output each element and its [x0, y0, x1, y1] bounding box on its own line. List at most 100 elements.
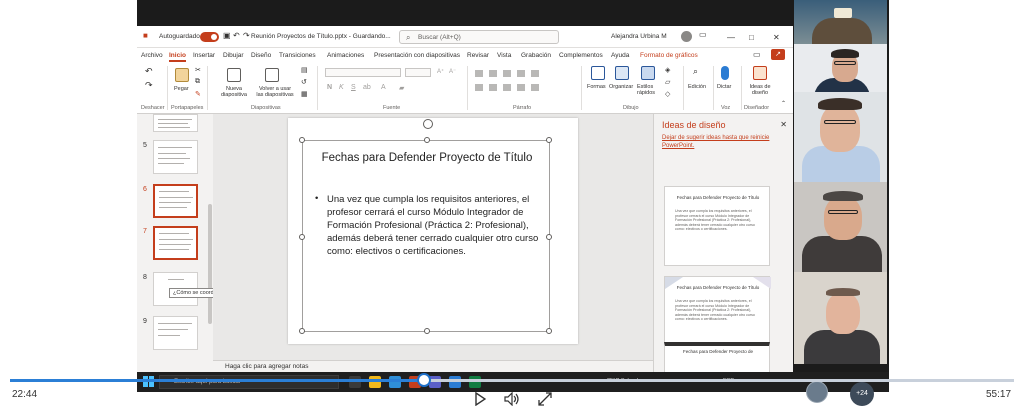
shrink-font-icon[interactable]: A⁻ — [449, 68, 456, 75]
video-scrubber-handle[interactable] — [417, 373, 431, 387]
find-icon[interactable]: ⌕ — [693, 66, 698, 77]
bold-icon[interactable]: N — [327, 84, 332, 91]
align-right-icon[interactable] — [503, 84, 511, 91]
strikethrough-icon[interactable]: ab — [363, 84, 371, 91]
thumbnail-slide-7[interactable] — [153, 226, 198, 260]
participant-avatar[interactable] — [806, 381, 828, 403]
fullscreen-icon[interactable] — [538, 392, 552, 406]
tab-revisar[interactable]: Revisar — [467, 52, 489, 59]
taskbar-search[interactable]: Escribe aquí para buscar — [159, 375, 339, 389]
redo-quick-icon[interactable]: ↷ — [243, 31, 250, 40]
user-avatar[interactable] — [681, 31, 692, 42]
underline-icon[interactable]: S — [351, 84, 356, 91]
section-icon[interactable]: ▦ — [301, 90, 308, 98]
format-painter-icon[interactable]: ✎ — [195, 90, 201, 98]
tab-insertar[interactable]: Insertar — [193, 52, 215, 59]
design-ideas-label[interactable]: Ideas de diseño — [745, 84, 775, 96]
reuse-slides-icon[interactable] — [265, 68, 279, 82]
tab-transiciones[interactable]: Transiciones — [279, 52, 316, 59]
align-center-icon[interactable] — [489, 84, 497, 91]
tab-archivo[interactable]: Archivo — [141, 52, 163, 59]
thumbnail-slide-5[interactable] — [153, 140, 198, 174]
task-view-icon[interactable] — [349, 376, 361, 388]
layout-icon[interactable]: ▤ — [301, 66, 308, 74]
content-textbox[interactable]: Fechas para Defender Proyecto de Título … — [299, 137, 552, 334]
current-slide[interactable]: Fechas para Defender Proyecto de Título … — [288, 118, 578, 344]
numbering-icon[interactable] — [489, 70, 497, 77]
resize-handle[interactable] — [424, 137, 430, 143]
resize-handle[interactable] — [299, 137, 305, 143]
thumbnail-slide-6[interactable] — [153, 184, 198, 218]
decrease-indent-icon[interactable] — [503, 70, 511, 77]
notes-pane[interactable]: Haga clic para agregar notas — [213, 360, 653, 372]
participant-tile-2[interactable] — [794, 44, 887, 92]
grow-font-icon[interactable]: A⁺ — [437, 68, 444, 75]
dictate-label[interactable]: Dictar — [717, 84, 731, 90]
play-icon[interactable] — [474, 392, 486, 406]
arrange-label[interactable]: Organizar — [609, 84, 633, 90]
tab-grabacion[interactable]: Grabación — [521, 52, 551, 59]
resize-handle[interactable] — [424, 328, 430, 334]
tab-inicio[interactable]: Inicio — [169, 52, 186, 62]
share-icon[interactable]: ↗ — [771, 49, 785, 60]
paste-icon[interactable] — [175, 68, 189, 82]
rotate-handle-icon[interactable] — [423, 119, 433, 129]
copy-icon[interactable]: ⧉ — [195, 78, 200, 86]
collapse-ribbon-icon[interactable]: ⌃ — [781, 100, 786, 107]
close-pane-icon[interactable]: ✕ — [780, 120, 787, 129]
increase-indent-icon[interactable] — [517, 70, 525, 77]
tab-vista[interactable]: Vista — [497, 52, 511, 59]
shapes-icon[interactable] — [591, 66, 605, 80]
shape-effects-icon[interactable]: ◇ — [665, 90, 670, 98]
line-spacing-icon[interactable] — [531, 70, 539, 77]
excel-icon[interactable] — [469, 376, 481, 388]
reset-icon[interactable]: ↺ — [301, 78, 307, 86]
video-progress-track[interactable] — [10, 379, 1014, 382]
undo-icon[interactable]: ↶ — [145, 66, 153, 77]
comments-icon[interactable]: ▭ — [753, 50, 761, 59]
autosave-toggle[interactable] — [200, 32, 219, 42]
participant-tile-4[interactable] — [794, 182, 887, 272]
new-slide-icon[interactable] — [227, 68, 241, 82]
font-family-select[interactable] — [325, 68, 401, 77]
thumbnail-slide-4[interactable] — [153, 114, 198, 132]
tab-dibujar[interactable]: Dibujar — [223, 52, 244, 59]
columns-icon[interactable] — [531, 84, 539, 91]
italic-icon[interactable]: K — [339, 84, 344, 91]
slide-title[interactable]: Fechas para Defender Proyecto de Título — [307, 151, 547, 166]
tab-ayuda[interactable]: Ayuda — [611, 52, 629, 59]
design-idea-card-1[interactable]: Fechas para Defender Proyecto de Título … — [664, 186, 770, 266]
word-icon[interactable] — [449, 376, 461, 388]
tab-formato-graficos[interactable]: Formato de gráficos — [640, 52, 698, 59]
bullets-icon[interactable] — [475, 70, 483, 77]
quick-styles-icon[interactable] — [641, 66, 655, 80]
edge-icon[interactable] — [389, 376, 401, 388]
minimize-icon[interactable]: — — [727, 33, 735, 42]
tab-presentacion[interactable]: Presentación con diapositivas — [374, 52, 460, 59]
quick-styles-label[interactable]: Estilos rápidos — [637, 84, 661, 96]
undo-quick-icon[interactable]: ↶ — [233, 31, 240, 40]
participant-tile-1[interactable] — [794, 0, 887, 44]
paste-label[interactable]: Pegar — [174, 86, 189, 92]
resize-handle[interactable] — [546, 137, 552, 143]
font-size-select[interactable] — [405, 68, 431, 77]
design-ideas-icon[interactable] — [753, 66, 767, 80]
stop-suggesting-link[interactable]: Dejar de sugerir ideas hasta que reinici… — [662, 134, 782, 150]
save-icon[interactable]: ▣ — [223, 31, 231, 40]
volume-icon[interactable] — [504, 392, 520, 406]
search-box[interactable]: ⌕ Buscar (Alt+Q) — [399, 30, 559, 44]
editing-label[interactable]: Edición — [688, 84, 706, 90]
tab-animaciones[interactable]: Animaciones — [327, 52, 364, 59]
reuse-slides-label[interactable]: Volver a usar las diapositivas — [255, 86, 295, 98]
new-slide-label[interactable]: Nueva diapositiva — [219, 86, 249, 98]
more-participants-button[interactable]: +24 — [850, 382, 874, 406]
shapes-label[interactable]: Formas — [587, 84, 606, 90]
ribbon-display-icon[interactable]: ▭ — [699, 30, 707, 39]
resize-handle[interactable] — [546, 328, 552, 334]
thumbnails-scrollbar[interactable] — [208, 204, 212, 324]
tab-complementos[interactable]: Complementos — [559, 52, 603, 59]
cut-icon[interactable]: ✂ — [195, 66, 201, 74]
microphone-icon[interactable] — [721, 66, 729, 80]
tab-diseno[interactable]: Diseño — [251, 52, 271, 59]
align-left-icon[interactable] — [475, 84, 483, 91]
